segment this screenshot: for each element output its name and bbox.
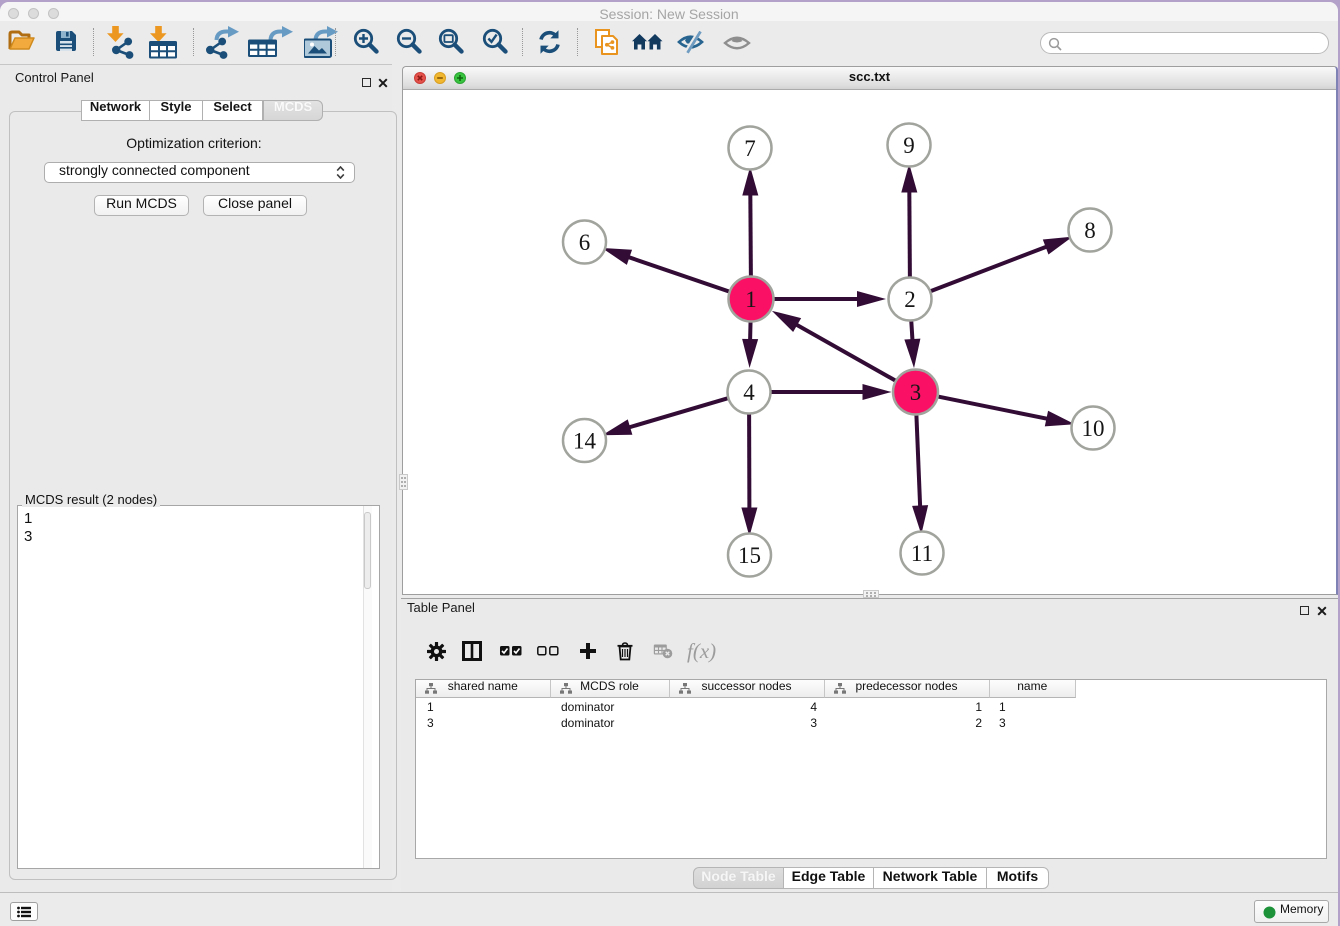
svg-text:14: 14 (573, 429, 597, 454)
svg-text:3: 3 (910, 380, 922, 405)
svg-text:8: 8 (1084, 218, 1096, 243)
svg-text:11: 11 (911, 541, 933, 566)
svg-text:2: 2 (904, 287, 916, 312)
svg-text:1: 1 (745, 287, 757, 312)
svg-text:f(x): f(x) (687, 639, 716, 663)
svg-text:4: 4 (743, 380, 755, 405)
svg-text:10: 10 (1082, 416, 1105, 441)
svg-text:6: 6 (579, 230, 591, 255)
svg-text:7: 7 (744, 136, 756, 161)
svg-text:15: 15 (738, 543, 761, 568)
svg-text:9: 9 (903, 133, 915, 158)
